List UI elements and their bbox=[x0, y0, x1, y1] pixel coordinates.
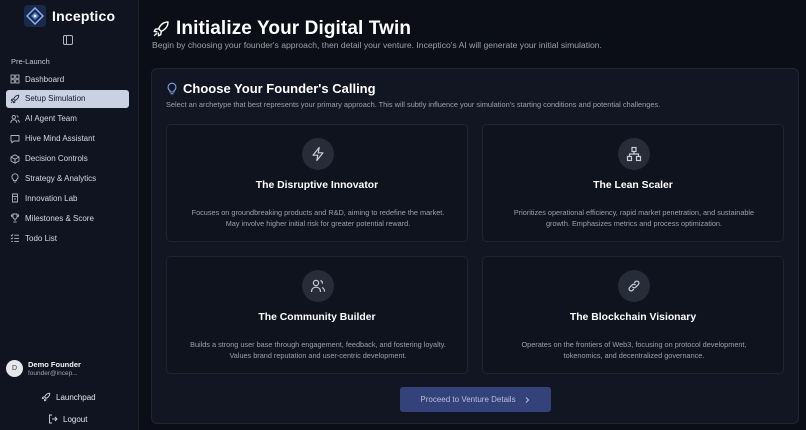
page-subtitle: Begin by choosing your founder's approac… bbox=[152, 40, 602, 50]
rocket-icon bbox=[10, 94, 20, 104]
flask-icon bbox=[10, 193, 20, 203]
sidebar-item-hive-mind-assistant[interactable]: Hive Mind Assistant bbox=[6, 130, 129, 148]
lightbulb-icon bbox=[10, 173, 20, 183]
lightbulb-icon bbox=[166, 82, 178, 95]
proceed-button[interactable]: Proceed to Venture Details bbox=[400, 387, 551, 412]
chevron-right-icon bbox=[523, 396, 531, 404]
user-email: founder@incep... bbox=[28, 370, 78, 377]
network-icon bbox=[618, 138, 650, 170]
sidebar-item-label: Todo List bbox=[25, 233, 58, 243]
brand-name: Inceptico bbox=[52, 8, 116, 24]
brand[interactable]: Inceptico bbox=[24, 3, 115, 29]
founder-calling-panel: Choose Your Founder's Calling Select an … bbox=[151, 68, 799, 424]
sidebar-item-label: Hive Mind Assistant bbox=[25, 134, 95, 144]
logout-icon bbox=[48, 414, 58, 424]
users-icon bbox=[302, 270, 334, 302]
logo-icon bbox=[24, 5, 46, 27]
sidebar-item-label: Setup Simulation bbox=[25, 94, 86, 104]
page-header: Initialize Your Digital Twin bbox=[152, 18, 411, 40]
card-description: Operates on the frontiers of Web3, focus… bbox=[521, 340, 747, 360]
archetype-card-community-builder[interactable]: The Community Builder Builds a strong us… bbox=[166, 256, 468, 374]
sidebar-item-label: Innovation Lab bbox=[25, 193, 78, 203]
launchpad-label: Launchpad bbox=[56, 392, 96, 402]
sidebar-item-decision-controls[interactable]: Decision Controls bbox=[6, 150, 129, 168]
sidebar-item-setup-simulation[interactable]: Setup Simulation bbox=[6, 89, 129, 108]
card-description: Builds a strong user base through engage… bbox=[190, 340, 446, 360]
sidebar-nav: Dashboard Setup Simulation AI Agent Team bbox=[6, 70, 129, 249]
sidebar-item-label: Dashboard bbox=[25, 74, 65, 84]
rocket-icon bbox=[152, 20, 170, 38]
dashboard-icon bbox=[10, 74, 20, 84]
panel-description: Select an archetype that best represents… bbox=[166, 100, 661, 109]
chat-icon bbox=[10, 134, 20, 144]
archetype-card-lean-scaler[interactable]: The Lean Scaler Prioritizes operational … bbox=[482, 124, 784, 242]
list-icon bbox=[10, 233, 20, 243]
package-icon bbox=[10, 153, 20, 164]
sidebar-item-dashboard[interactable]: Dashboard bbox=[6, 70, 129, 88]
sidebar-item-label: AI Agent Team bbox=[25, 114, 77, 124]
card-title: The Disruptive Innovator bbox=[255, 180, 379, 191]
card-description: Prioritizes operational efficiency, rapi… bbox=[513, 208, 755, 228]
card-title: The Lean Scaler bbox=[593, 180, 673, 191]
card-description: Focuses on groundbreaking products and R… bbox=[191, 208, 445, 228]
sidebar-toggle-icon[interactable] bbox=[62, 34, 74, 46]
rocket-icon bbox=[41, 392, 51, 402]
sidebar-item-label: Milestones & Score bbox=[25, 213, 94, 223]
link-icon bbox=[618, 270, 650, 302]
trophy-icon bbox=[10, 213, 20, 223]
sidebar-item-label: Decision Controls bbox=[25, 154, 88, 164]
section-label: Pre-Launch bbox=[11, 57, 50, 66]
user-profile[interactable]: D Demo Founder founder@incep... bbox=[6, 360, 81, 377]
logout-button[interactable]: Logout bbox=[48, 412, 87, 426]
panel-title: Choose Your Founder's Calling bbox=[183, 81, 376, 96]
launchpad-button[interactable]: Launchpad bbox=[41, 390, 96, 404]
card-title: The Community Builder bbox=[258, 312, 376, 323]
avatar: D bbox=[6, 360, 23, 377]
panel-header: Choose Your Founder's Calling bbox=[166, 81, 376, 96]
sidebar-item-milestones-score[interactable]: Milestones & Score bbox=[6, 209, 129, 227]
sidebar-item-label: Strategy & Analytics bbox=[25, 173, 97, 183]
page-title: Initialize Your Digital Twin bbox=[176, 18, 412, 39]
logout-label: Logout bbox=[63, 414, 88, 424]
proceed-label: Proceed to Venture Details bbox=[420, 395, 516, 404]
sidebar-item-ai-agent-team[interactable]: AI Agent Team bbox=[6, 110, 129, 128]
user-name: Demo Founder bbox=[28, 360, 81, 369]
sidebar-item-innovation-lab[interactable]: Innovation Lab bbox=[6, 189, 129, 207]
archetype-card-disruptive-innovator[interactable]: The Disruptive Innovator Focuses on grou… bbox=[166, 124, 468, 242]
lightning-icon bbox=[302, 138, 334, 170]
card-title: The Blockchain Visionary bbox=[569, 312, 697, 323]
sidebar: Inceptico Pre-Launch Dashboard Setup Sim… bbox=[0, 0, 139, 430]
users-icon bbox=[10, 114, 20, 124]
sidebar-item-todo-list[interactable]: Todo List bbox=[6, 229, 129, 247]
archetype-card-blockchain-visionary[interactable]: The Blockchain Visionary Operates on the… bbox=[482, 256, 784, 374]
sidebar-item-strategy-analytics[interactable]: Strategy & Analytics bbox=[6, 169, 129, 187]
